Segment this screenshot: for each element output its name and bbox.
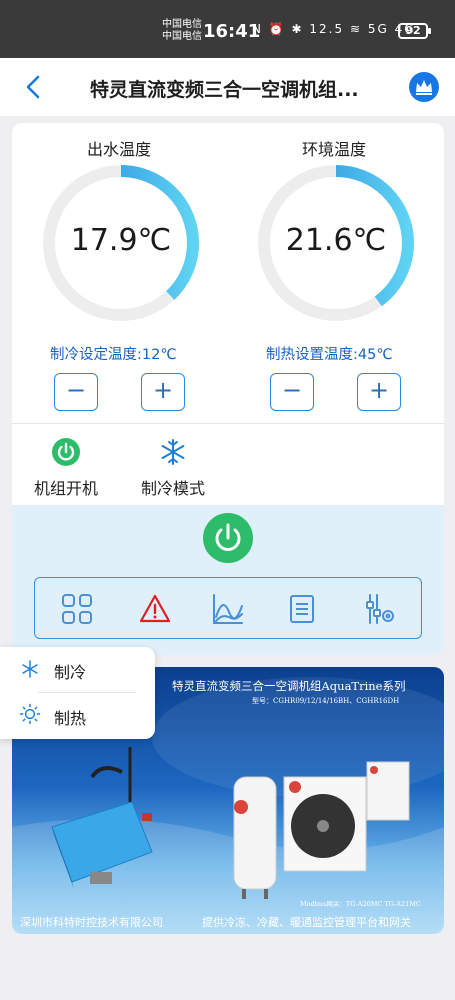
banner-footer: 深圳市科特时控技术有限公司 提供冷冻、冷藏、暖通监控管理平台和网关 bbox=[12, 910, 444, 934]
alarm-icon[interactable] bbox=[138, 592, 172, 626]
list-icon[interactable] bbox=[285, 592, 319, 626]
crown-icon[interactable] bbox=[409, 72, 439, 102]
banner-slogan: 提供冷冻、冷藏、暖通监控管理平台和网关 bbox=[202, 916, 411, 929]
power-icon bbox=[52, 438, 80, 466]
ambient-temp-value: 21.6℃ bbox=[285, 223, 387, 258]
gauge-label-ambient: 环境温度 bbox=[302, 140, 367, 159]
heating-increase-button[interactable]: + bbox=[357, 373, 401, 411]
divider bbox=[12, 423, 444, 424]
sun-icon bbox=[19, 703, 41, 725]
heating-setpoint-label: 制热设置温度:45℃ bbox=[266, 347, 393, 363]
banner-model: 型号：CGHR09/12/14/16BH、CGHR16DH bbox=[252, 697, 400, 705]
battery-icon: 92 bbox=[398, 23, 431, 39]
control-card: 出水温度 17.9℃ 环境温度 21.6℃ 制冷设定温度:12℃ − + 制热设… bbox=[12, 123, 444, 655]
snowflake-icon bbox=[22, 660, 38, 678]
function-toolbar bbox=[34, 577, 422, 639]
menu-item-cooling-label: 制冷 bbox=[54, 663, 87, 682]
menu-item-heating-label: 制热 bbox=[54, 709, 87, 728]
gauge-label-outlet: 出水温度 bbox=[87, 140, 152, 159]
cooling-increase-button[interactable]: + bbox=[141, 373, 185, 411]
status-bar: 中国电信 中国电信 16:41 N ⏰ ✱ 12.5 ≋ 5G 4G 92 bbox=[0, 0, 455, 58]
control-panel bbox=[12, 505, 444, 655]
mode-status[interactable]: 制冷模式 bbox=[139, 437, 207, 499]
menu-item-cooling[interactable]: 制冷 bbox=[16, 649, 141, 689]
banner-title: 特灵直流变频三合一空调机组AquaTrine系列 bbox=[172, 679, 406, 693]
power-icon bbox=[215, 523, 241, 551]
outlet-temp-value: 17.9℃ bbox=[70, 223, 172, 258]
carrier-names: 中国电信 中国电信 bbox=[162, 19, 202, 43]
snowflake-icon bbox=[161, 439, 185, 465]
popup-divider bbox=[38, 692, 136, 693]
chevron-left-icon[interactable] bbox=[24, 74, 44, 100]
status-icons: N ⏰ ✱ 12.5 ≋ 5G 4G bbox=[252, 22, 416, 36]
cooling-setpoint-label: 制冷设定温度:12℃ bbox=[50, 347, 177, 363]
mode-popup-menu: 制冷 制热 bbox=[0, 647, 155, 739]
grid-icon[interactable] bbox=[60, 592, 94, 626]
banner-modbus: Modbus网关：TG-A20MC TG-A21MC bbox=[300, 900, 421, 908]
mode-label: 制冷模式 bbox=[140, 479, 205, 498]
banner-company: 深圳市科特时控技术有限公司 bbox=[20, 916, 163, 929]
unit-power-label: 机组开机 bbox=[33, 479, 98, 498]
heating-decrease-button[interactable]: − bbox=[270, 373, 314, 411]
carrier-2: 中国电信 bbox=[162, 31, 202, 42]
settings-sliders-icon[interactable] bbox=[363, 592, 397, 626]
app-header: 特灵直流变频三合一空调机组... bbox=[0, 58, 455, 116]
carrier-1: 中国电信 bbox=[162, 19, 202, 30]
cooling-decrease-button[interactable]: − bbox=[54, 373, 98, 411]
unit-power-status[interactable]: 机组开机 bbox=[32, 437, 100, 499]
chart-icon[interactable] bbox=[211, 592, 245, 626]
page-title: 特灵直流变频三合一空调机组... bbox=[90, 79, 359, 101]
power-button[interactable] bbox=[203, 513, 253, 563]
menu-item-heating[interactable]: 制热 bbox=[16, 695, 141, 735]
